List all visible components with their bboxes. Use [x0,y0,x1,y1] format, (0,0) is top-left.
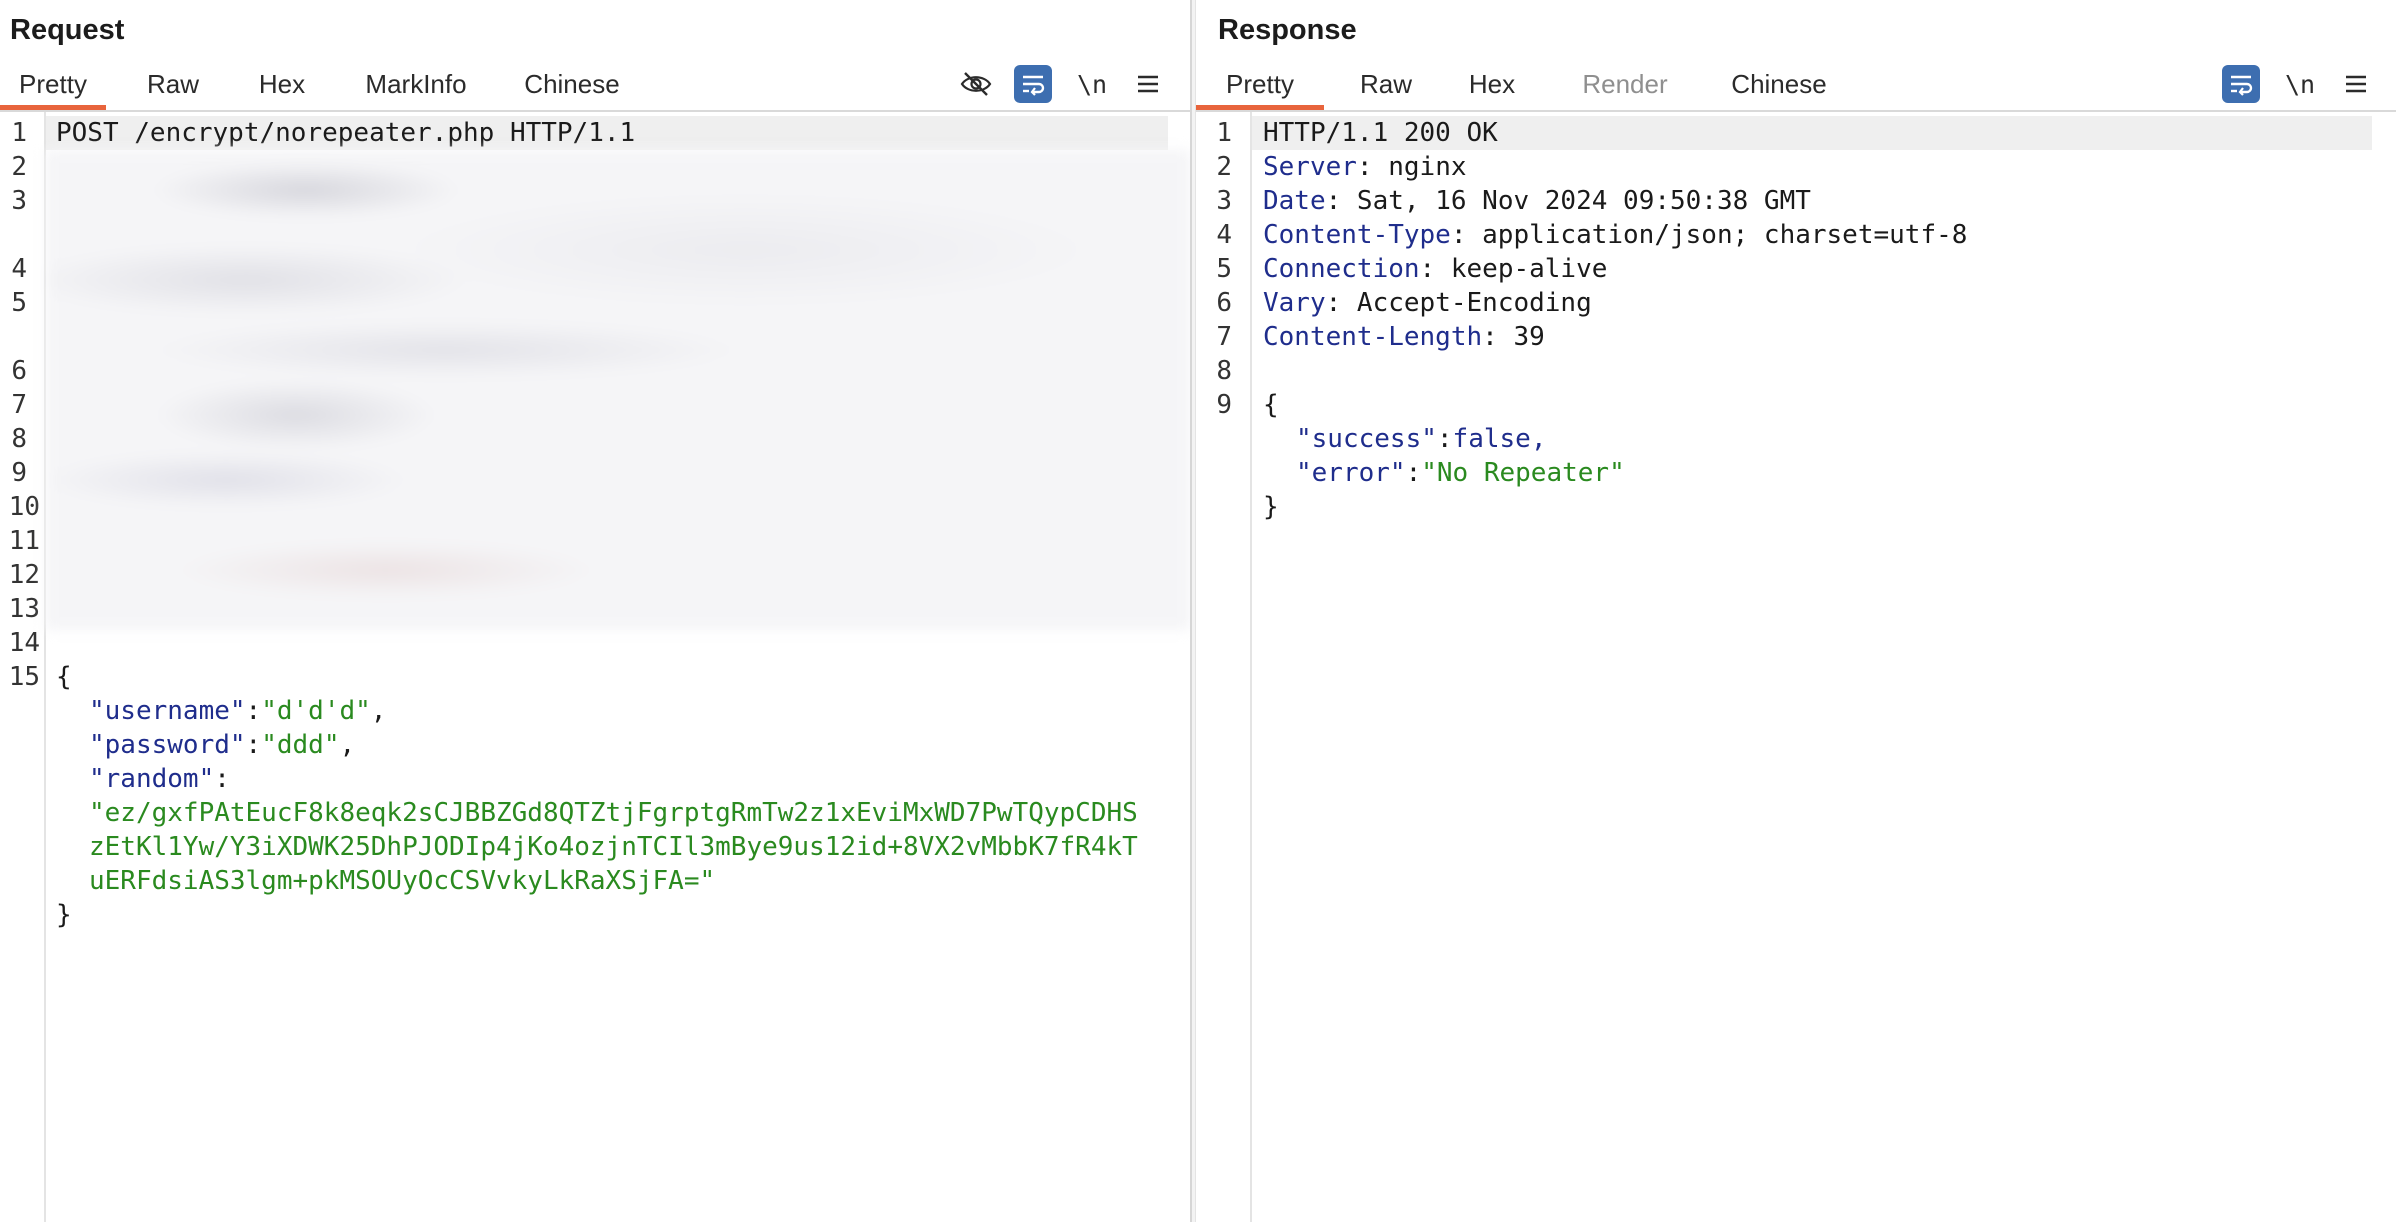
line-number: 4 [11,254,27,284]
response-editor[interactable]: 1 2 3 4 5 6 7 8 9 HTTP/1.1 200 OK Server… [1196,112,2396,1222]
header-name: Date [1263,186,1326,216]
header-content-type: Content-Type: application/json; charset=… [1263,220,1968,250]
header-value: Sat, 16 Nov 2024 09:50:38 GMT [1341,186,1811,216]
header-content-length: Content-Length: 39 [1263,322,1545,352]
header-value: 39 [1497,322,1545,352]
header-server: Server: nginx [1263,152,1467,182]
line-number: 9 [11,458,27,488]
show-newlines-button[interactable]: \n [1072,62,1112,106]
response-tab-chinese[interactable]: Chinese [1714,62,1844,110]
status-line: HTTP/1.1 200 OK [1263,118,1498,148]
header-name: Connection [1263,254,1420,284]
line-number: 7 [11,390,27,420]
line-number: 2 [11,152,27,182]
header-value: Accept-Encoding [1341,288,1592,318]
line-number: 4 [1216,220,1232,250]
menu-icon[interactable] [1128,62,1168,106]
header-name: Vary [1263,288,1326,318]
json-open-brace: { [1263,390,1279,420]
response-tab-raw[interactable]: Raw [1346,62,1426,110]
line-number: 7 [1216,322,1232,352]
header-name: Server [1263,152,1357,182]
line-number: 13 [8,594,40,624]
json-key-username: "username" [89,696,246,726]
request-pane: Request Pretty Raw Hex MarkInfo Chinese [0,0,1190,1222]
json-close-brace: } [1263,492,1279,522]
request-editor[interactable]: 1 2 3 4 5 6 7 8 9 10 11 12 13 14 15 POST… [0,112,1190,1222]
request-tab-chinese[interactable]: Chinese [510,62,634,110]
line-number: 6 [1216,288,1232,318]
response-tab-render[interactable]: Render [1560,62,1690,110]
line-number: 5 [1216,254,1232,284]
json-key-password: "password" [89,730,246,760]
line-number: 10 [8,492,40,522]
json-username-line: "username":"d'd'd", [89,696,387,726]
header-value: application/json; charset=utf-8 [1466,220,1968,250]
response-title: Response [1218,14,1357,46]
response-line-gutter: 1 2 3 4 5 6 7 8 9 [1196,112,1252,1222]
header-connection: Connection: keep-alive [1263,254,1608,284]
json-password-line: "password":"ddd", [89,730,356,760]
line-number: 11 [8,526,40,556]
json-random-key-line: "random": [89,764,230,794]
header-vary: Vary: Accept-Encoding [1263,288,1592,318]
line-number: 1 [11,118,27,148]
line-number: 14 [8,628,40,658]
json-key-random: "random" [89,764,215,794]
response-tab-hex[interactable]: Hex [1452,62,1532,110]
header-name: Content-Type [1263,220,1451,250]
header-name: Content-Length [1263,322,1483,352]
word-wrap-icon [2222,65,2260,103]
redacted-headers-blur [46,150,1190,630]
json-close-brace: } [56,900,72,930]
line-number: 8 [1216,356,1232,386]
line-number: 8 [11,424,27,454]
request-tabs: Pretty Raw Hex MarkInfo Chinese \n [0,62,1190,112]
json-value-random-1: "ez/gxfPAtEucF8k8eqk2sCJBBZGd8QTZtjFgrpt… [89,798,1138,828]
line-number: 1 [1216,118,1232,148]
request-line-gutter: 1 2 3 4 5 6 7 8 9 10 11 12 13 14 15 [0,112,46,1222]
json-success-line: "success":false, [1296,424,1547,454]
json-value-success: false, [1452,424,1547,454]
menu-icon[interactable] [2336,62,2376,106]
response-tab-pretty[interactable]: Pretty [1196,62,1324,110]
request-tab-raw[interactable]: Raw [130,62,216,110]
json-key-success: "success" [1296,424,1437,454]
line-number: 12 [8,560,40,590]
line-number: 6 [11,356,27,386]
request-tab-pretty[interactable]: Pretty [0,62,106,110]
line-number: 5 [11,288,27,318]
line-number: 15 [8,662,40,692]
request-tab-markinfo[interactable]: MarkInfo [352,62,480,110]
http-message-editor: Request Pretty Raw Hex MarkInfo Chinese [0,0,2396,1222]
line-number: 9 [1216,390,1232,420]
json-value-error: "No Repeater" [1421,458,1625,488]
request-tab-hex[interactable]: Hex [240,62,324,110]
line-number: 2 [1216,152,1232,182]
word-wrap-toggle[interactable] [1012,62,1054,106]
json-value-random-2: zEtKl1Yw/Y3iXDWK25DhPJODIp4jKo4ozjnTCIl3… [89,832,1138,862]
header-value: keep-alive [1435,254,1608,284]
hide-icon[interactable] [954,62,998,106]
json-value-username: "d'd'd" [261,696,371,726]
json-value-random-3: uERFdsiAS3lgm+pkMSOUyOcCSVvkyLkRaXSjFA=" [89,866,716,896]
line-number: 3 [1216,186,1232,216]
header-date: Date: Sat, 16 Nov 2024 09:50:38 GMT [1263,186,1811,216]
header-value: nginx [1372,152,1467,182]
request-title: Request [10,14,125,46]
request-line: POST /encrypt/norepeater.php HTTP/1.1 [56,118,636,148]
response-pane: Response Pretty Raw Hex Render Chinese \… [1196,0,2396,1222]
show-newlines-button[interactable]: \n [2280,62,2320,106]
json-value-password: "ddd" [261,730,340,760]
line-number: 3 [11,186,27,216]
response-tabs: Pretty Raw Hex Render Chinese \n [1196,62,2396,112]
json-error-line: "error":"No Repeater" [1296,458,1625,488]
json-open-brace: { [56,662,72,692]
word-wrap-icon [1014,65,1052,103]
json-key-error: "error" [1296,458,1406,488]
word-wrap-toggle[interactable] [2220,62,2262,106]
